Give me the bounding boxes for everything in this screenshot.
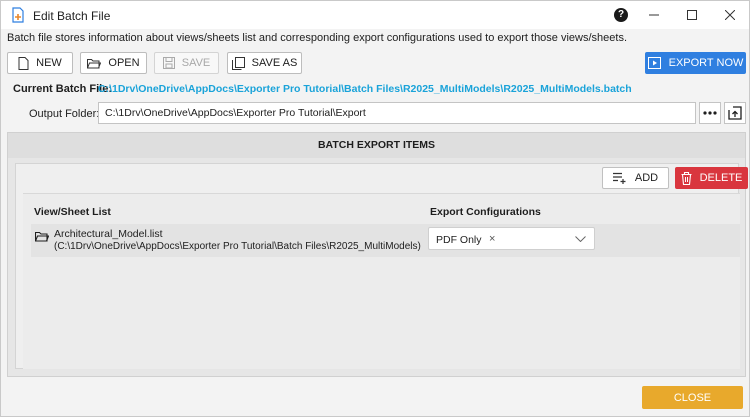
open-button[interactable]: OPEN bbox=[80, 52, 147, 74]
new-button-label: NEW bbox=[36, 57, 62, 69]
close-icon bbox=[725, 10, 735, 20]
save-as-icon bbox=[231, 56, 245, 70]
minimize-button[interactable] bbox=[635, 1, 673, 29]
save-button[interactable]: SAVE bbox=[154, 52, 219, 74]
window-title: Edit Batch File bbox=[33, 9, 111, 23]
output-folder-label: Output Folder: bbox=[29, 108, 100, 120]
maximize-button[interactable] bbox=[673, 1, 711, 29]
list-file-name: Architectural_Model.list bbox=[54, 228, 163, 240]
add-button[interactable]: ADD bbox=[602, 167, 669, 189]
current-batch-path[interactable]: C:\1Drv\OneDrive\AppDocs\Exporter Pro Tu… bbox=[98, 83, 632, 95]
export-configuration-select[interactable]: PDF Only × bbox=[428, 227, 595, 250]
list-file-path: (C:\1Drv\OneDrive\AppDocs\Exporter Pro T… bbox=[54, 241, 421, 252]
app-icon bbox=[11, 7, 25, 23]
chevron-down-icon bbox=[575, 236, 586, 242]
delete-button-label: DELETE bbox=[699, 172, 743, 184]
batch-items-table: View/Sheet List Export Configurations Ar… bbox=[23, 193, 740, 369]
trash-icon bbox=[681, 171, 692, 185]
open-button-label: OPEN bbox=[108, 57, 140, 69]
maximize-icon bbox=[687, 10, 697, 20]
minimize-icon bbox=[649, 14, 659, 16]
edit-batch-file-window: Edit Batch File ? Batch file stores info… bbox=[0, 0, 750, 417]
column-header-view-sheet-list: View/Sheet List bbox=[34, 206, 111, 218]
new-file-icon bbox=[18, 56, 29, 70]
help-icon[interactable]: ? bbox=[614, 8, 628, 22]
export-now-button[interactable]: EXPORT NOW bbox=[645, 52, 746, 74]
add-list-icon bbox=[612, 172, 626, 184]
close-button[interactable]: CLOSE bbox=[642, 386, 743, 409]
close-window-button[interactable] bbox=[711, 1, 749, 29]
config-chip-label: PDF Only bbox=[436, 234, 482, 246]
export-now-label: EXPORT NOW bbox=[668, 57, 744, 69]
description-text: Batch file stores information about view… bbox=[7, 32, 628, 44]
batch-items-container: ADD DELETE View/Sheet List Export Config… bbox=[15, 163, 748, 369]
delete-button[interactable]: DELETE bbox=[675, 167, 748, 189]
table-row[interactable]: Architectural_Model.list (C:\1Drv\OneDri… bbox=[31, 224, 740, 257]
export-play-icon bbox=[647, 57, 661, 69]
new-button[interactable]: NEW bbox=[7, 52, 73, 74]
save-as-button-label: SAVE AS bbox=[251, 57, 298, 69]
batch-export-header: BATCH EXPORT ITEMS bbox=[8, 133, 745, 158]
output-folder-field[interactable] bbox=[98, 102, 696, 124]
title-bar[interactable]: Edit Batch File ? bbox=[1, 1, 749, 29]
folder-open-icon bbox=[87, 58, 102, 68]
browse-button[interactable] bbox=[699, 102, 721, 124]
batch-export-panel: BATCH EXPORT ITEMS ADD DELETE View/Sheet… bbox=[7, 132, 748, 377]
open-folder-button[interactable] bbox=[724, 102, 746, 124]
save-icon bbox=[162, 57, 175, 69]
column-header-export-configurations: Export Configurations bbox=[430, 206, 541, 218]
add-button-label: ADD bbox=[634, 172, 659, 184]
remove-config-icon[interactable]: × bbox=[489, 233, 495, 245]
folder-open-icon bbox=[34, 231, 50, 245]
more-dots-icon bbox=[703, 111, 717, 115]
save-as-button[interactable]: SAVE AS bbox=[227, 52, 302, 74]
save-button-label: SAVE bbox=[181, 57, 211, 69]
open-folder-upload-icon bbox=[728, 106, 742, 120]
